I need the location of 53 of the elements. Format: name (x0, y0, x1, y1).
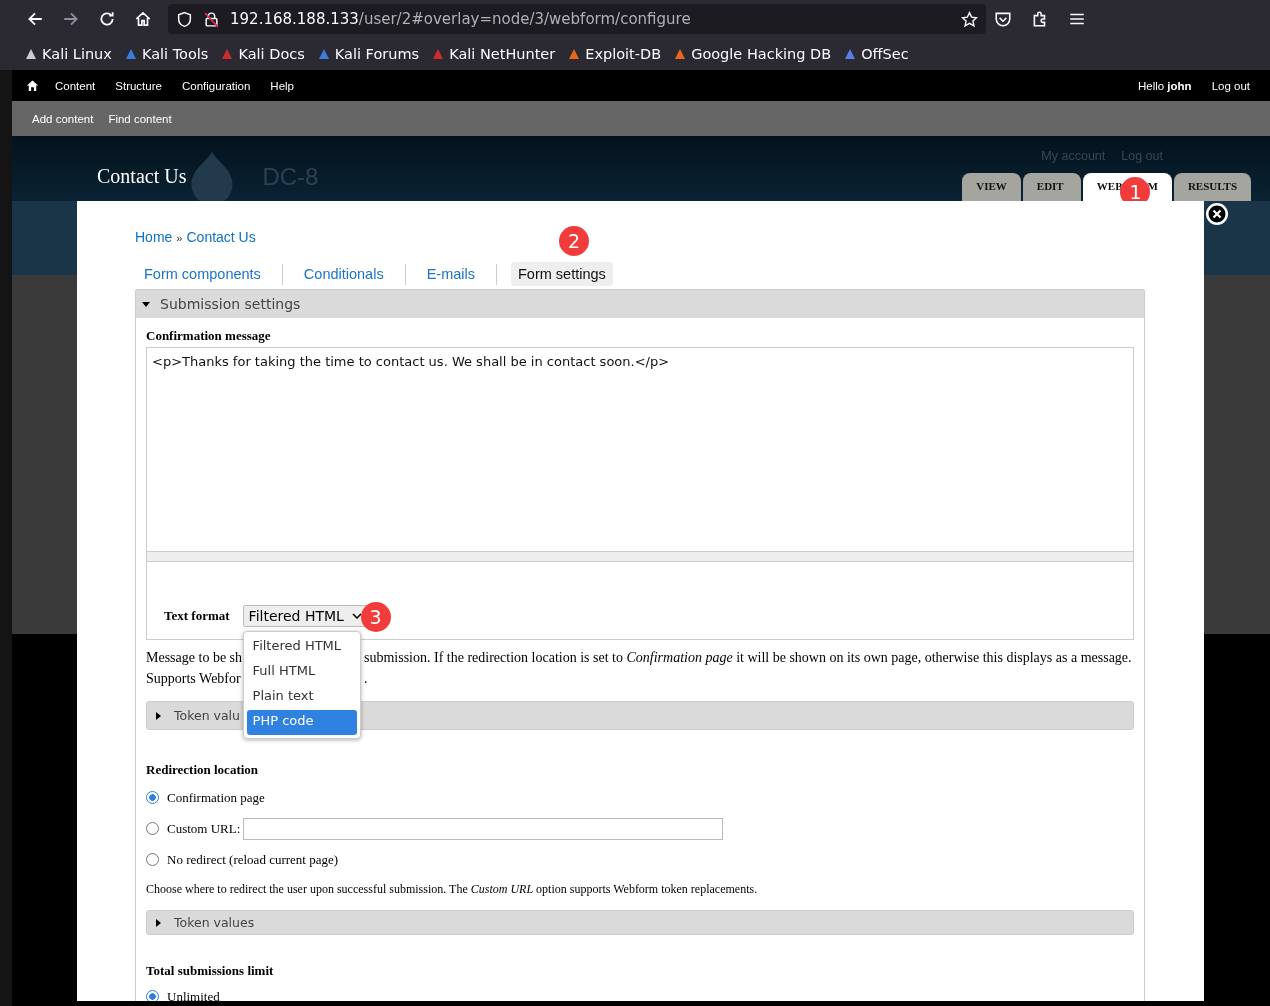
bookmark[interactable]: Google Hacking DB (673, 46, 832, 62)
page-tab[interactable]: WEB 1 M (1082, 173, 1172, 202)
fieldset-legend[interactable]: Submission settings (136, 290, 1144, 318)
admin-menu-item[interactable]: Configuration (181, 79, 251, 92)
token-values-label: Token valu (174, 708, 240, 723)
admin-menu-item[interactable]: Help (270, 79, 294, 92)
shortcut-link[interactable]: Add content (32, 112, 94, 125)
format-select[interactable]: Filtered HTML (242, 605, 368, 627)
site-name: Contact Us (97, 165, 187, 188)
breadcrumb-link[interactable]: Home (135, 229, 173, 245)
bookmark[interactable]: Kali Docs (220, 46, 305, 62)
field-description: Choose where to redirect the user upon successful submission. The Custom URL option supports Webform token replacements. (146, 881, 759, 898)
shortcut-link[interactable]: Find content (108, 112, 172, 125)
bookmark[interactable]: Kali Tools (123, 46, 209, 62)
field-description: . (364, 670, 368, 688)
field-description: Message to be sh (146, 649, 243, 667)
radio-label: Confirmation page (167, 789, 265, 806)
sub-tab[interactable]: E-mails (419, 262, 482, 286)
page-tab[interactable]: VIEW (962, 173, 1021, 202)
bookmark[interactable]: Kali NetHunter (431, 46, 556, 62)
legend-text: Submission settings (160, 296, 301, 312)
step-badge: 2 (559, 226, 589, 256)
breadcrumb-separator: » (176, 232, 183, 244)
token-values-bar[interactable]: Token values (146, 910, 1134, 935)
radio-label: Custom URL: (167, 820, 241, 837)
field-label: Text format (164, 608, 230, 624)
bookmark[interactable]: OffSec (843, 46, 909, 62)
token-values-label: Token values (174, 915, 255, 930)
dropdown-option[interactable]: Full HTML (246, 660, 357, 685)
user-greeting: Hello john (1137, 79, 1192, 92)
dropdown-option[interactable]: Filtered HTML (246, 635, 357, 660)
field-description: Supports Webfor (146, 670, 241, 688)
field-label: Redirection location (146, 762, 260, 778)
field-label: Confirmation message (146, 328, 272, 344)
dropdown-option[interactable]: PHP code (246, 710, 357, 735)
page-tab[interactable]: EDIT (1022, 173, 1081, 202)
breadcrumb-link[interactable]: Contact Us (186, 229, 256, 245)
admin-menu-item[interactable]: Content (55, 79, 96, 92)
bookmark[interactable]: Kali Forums (316, 46, 420, 62)
field-label: Total submissions limit (146, 963, 275, 979)
radio-label: No redirect (reload current page) (167, 851, 339, 868)
sub-tab[interactable]: Form components (137, 262, 268, 286)
bookmark[interactable]: Exploit-DB (567, 46, 662, 62)
address-bar[interactable]: 192.168.188.133/user/2#overlay=node/3/webform/configure (168, 4, 986, 34)
logout-link[interactable]: Log out (1211, 79, 1250, 92)
field-description: submission. If the redirection location is set to Confirmation page it will be shown on its own page, otherwise this displays as a message. (364, 649, 1132, 667)
radio-label: Unlimited (167, 988, 220, 1001)
message-textarea[interactable]: <p>Thanks for taking the time to contact us. We shall be in contact soon.</p> (146, 347, 1134, 552)
admin-menu-item[interactable]: Structure (115, 79, 162, 92)
step-badge: 3 (360, 602, 391, 632)
page-tab[interactable]: RESULTS (1173, 173, 1251, 202)
sub-tab[interactable]: Conditionals (296, 262, 391, 286)
bookmark[interactable]: Kali Linux (24, 46, 112, 62)
